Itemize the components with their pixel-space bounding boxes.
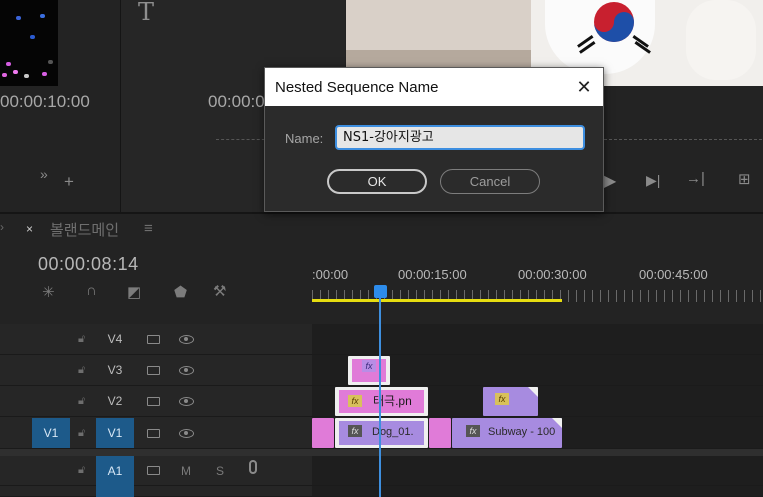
- nest-sequence-icon[interactable]: ✳: [42, 283, 55, 301]
- fx-badge: fx: [466, 425, 480, 437]
- track-label-v4[interactable]: V4: [98, 324, 132, 354]
- source-timecode: 00:00:10:00: [0, 92, 90, 111]
- track-label-a1: A1: [107, 464, 123, 478]
- lock-icon[interactable]: 🔓︎: [78, 464, 85, 477]
- track-header-v2: 🔓︎ V2: [0, 386, 312, 417]
- work-area-bar[interactable]: [312, 299, 562, 302]
- clip-pink-mid[interactable]: [429, 418, 451, 448]
- go-to-out-icon[interactable]: →|: [686, 170, 705, 187]
- korean-flag-icon: [577, 2, 651, 54]
- source-thumbnail: [0, 0, 58, 86]
- lock-icon[interactable]: 🔓︎: [78, 333, 85, 346]
- playhead-line[interactable]: [379, 285, 381, 497]
- close-icon[interactable]: ✕: [573, 76, 595, 98]
- sync-lock-icon[interactable]: [147, 466, 160, 475]
- clip-name: Subway - 100: [488, 426, 556, 438]
- video-audio-divider[interactable]: [0, 449, 763, 456]
- dialog-titlebar: Nested Sequence Name ✕: [265, 68, 603, 106]
- snap-icon[interactable]: ∩: [86, 282, 97, 299]
- track-header-v4: 🔓︎ V4: [0, 324, 312, 355]
- fx-badge: fx: [348, 425, 362, 437]
- eye-icon[interactable]: [179, 366, 194, 375]
- ruler-label: 00:00:30:00: [518, 267, 587, 282]
- track-header-a2: [0, 486, 312, 497]
- nested-sequence-dialog: Nested Sequence Name ✕ Name: NS1-강아지광고 O…: [264, 67, 604, 212]
- ruler-label: 00:00:45:00: [639, 267, 708, 282]
- step-forward-icon[interactable]: »: [40, 166, 48, 182]
- text-tool-icon[interactable]: T: [138, 0, 154, 26]
- timeline-timecode[interactable]: 00:00:08:14: [38, 254, 139, 275]
- transition-marker: [528, 387, 538, 397]
- track-label-v3[interactable]: V3: [98, 355, 132, 385]
- eye-icon[interactable]: [179, 429, 194, 438]
- track-header-v1: V1 🔓︎ V1: [0, 417, 312, 449]
- panel-collapse-icon[interactable]: ›: [0, 220, 4, 234]
- fx-badge: fx: [348, 395, 362, 407]
- microphone-icon[interactable]: [249, 460, 257, 474]
- source-patch-v1-label: V1: [43, 426, 59, 440]
- eye-icon[interactable]: [179, 335, 194, 344]
- clip-pink-start[interactable]: [312, 418, 334, 448]
- clip-subway[interactable]: fx Subway - 100: [452, 418, 562, 448]
- solo-button[interactable]: S: [216, 464, 224, 478]
- eye-icon[interactable]: [179, 397, 194, 406]
- ruler-label: 00:00:15:00: [398, 267, 467, 282]
- lock-icon[interactable]: 🔓︎: [78, 364, 85, 377]
- linked-selection-icon[interactable]: ◩: [127, 283, 141, 301]
- mute-button[interactable]: M: [181, 464, 191, 478]
- middle-timecode: 00:00:0: [208, 92, 265, 111]
- track-area: 🔓︎ V4 🔓︎ V3 fx 🔓︎ V2 fx 태극.pn fx V1 🔓︎ V…: [0, 324, 763, 497]
- sync-lock-icon[interactable]: [147, 366, 160, 375]
- add-icon[interactable]: +: [64, 172, 74, 192]
- playhead-handle[interactable]: [374, 285, 387, 298]
- add-marker-icon[interactable]: ⬟: [174, 283, 187, 301]
- sync-lock-icon[interactable]: [147, 397, 160, 406]
- track-header-v3: 🔓︎ V3: [0, 355, 312, 386]
- close-icon[interactable]: ×: [26, 222, 33, 236]
- track-header-a1: 🔓︎ A1 M S: [0, 456, 312, 486]
- lock-icon[interactable]: 🔓︎: [78, 395, 85, 408]
- dialog-title: Nested Sequence Name: [275, 79, 439, 96]
- clip-v2-purple[interactable]: fx: [483, 387, 538, 416]
- name-label: Name:: [285, 131, 324, 146]
- clip-taeguk[interactable]: fx 태극.pn: [335, 387, 428, 416]
- track-label-v1: V1: [107, 426, 123, 440]
- track-label-v2[interactable]: V2: [98, 386, 132, 416]
- panel-menu-icon[interactable]: ≡: [144, 220, 153, 237]
- sequence-name-input[interactable]: NS1-강아지광고: [335, 125, 585, 150]
- step-forward-frame-icon[interactable]: ▶|: [646, 172, 660, 189]
- track-target-a2[interactable]: [96, 486, 134, 497]
- settings-wrench-icon[interactable]: ⚒: [213, 282, 226, 300]
- cancel-button[interactable]: Cancel: [440, 169, 540, 194]
- sync-lock-icon[interactable]: [147, 429, 160, 438]
- fx-badge: fx: [362, 360, 376, 372]
- insert-icon[interactable]: ⊞: [738, 170, 751, 188]
- fx-badge: fx: [495, 393, 509, 405]
- ruler-label: :00:00: [312, 267, 349, 282]
- sync-lock-icon[interactable]: [147, 335, 160, 344]
- program-ruler: [604, 130, 762, 140]
- play-icon[interactable]: ▶: [604, 171, 616, 191]
- clip-dog[interactable]: fx Dog_01.: [335, 418, 428, 448]
- clip-v3[interactable]: fx: [348, 356, 390, 385]
- lock-icon[interactable]: 🔓︎: [78, 427, 85, 440]
- sequence-tab-title[interactable]: 볼랜드메인: [50, 219, 119, 240]
- ok-button[interactable]: OK: [327, 169, 427, 194]
